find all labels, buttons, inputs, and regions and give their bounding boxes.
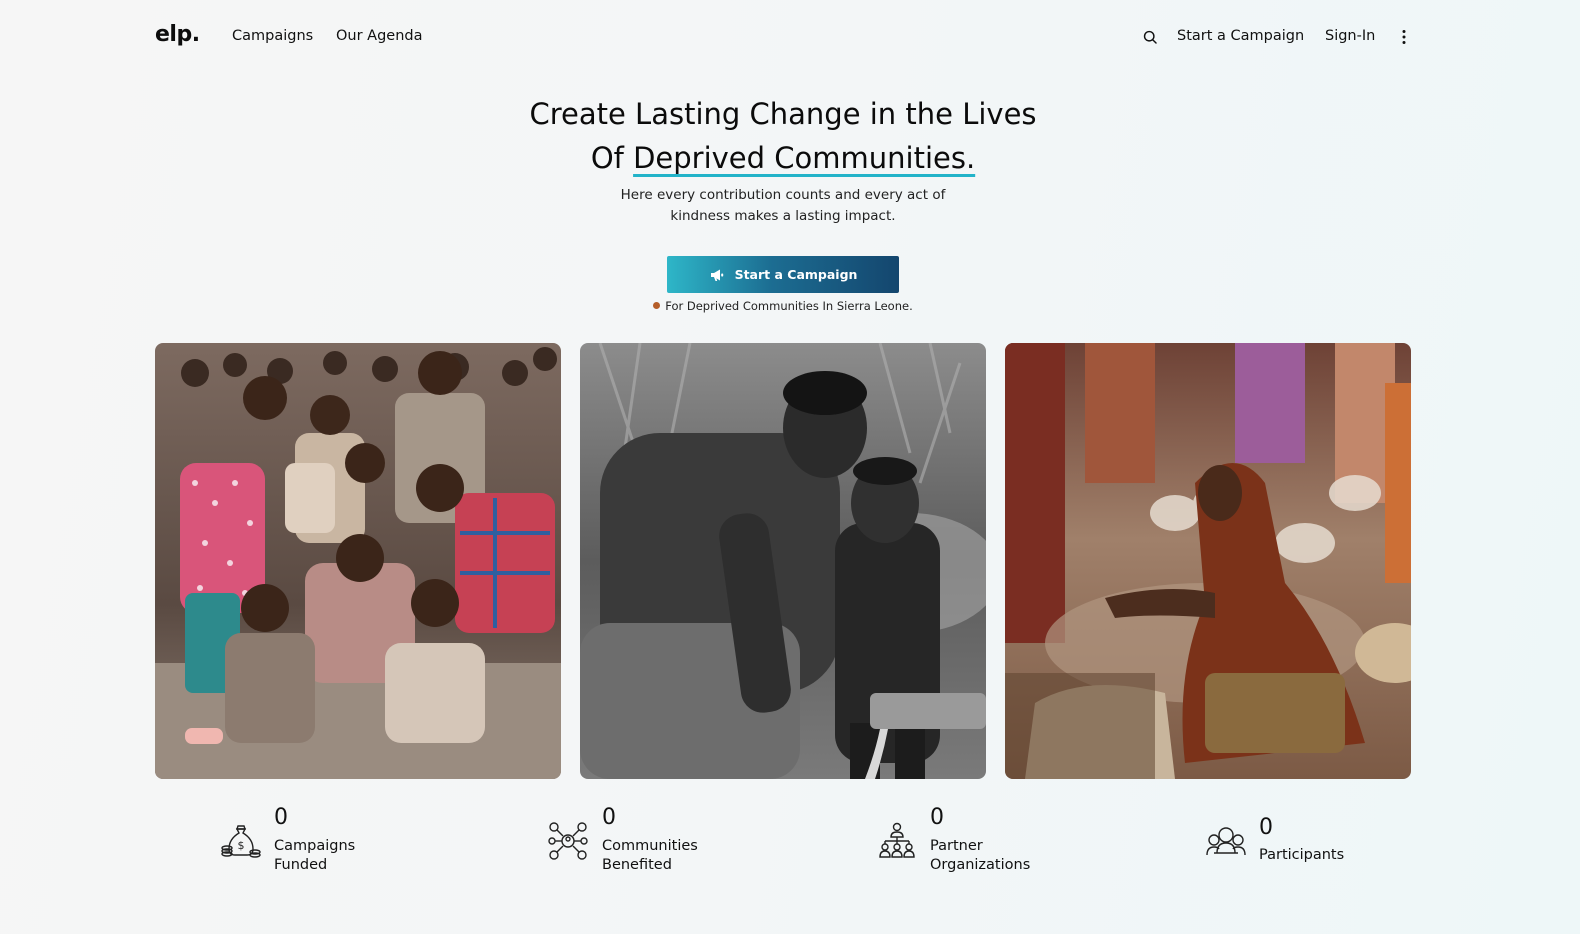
logo[interactable]: elp. xyxy=(155,22,200,47)
stat-value: 0 xyxy=(930,805,944,830)
stat-label: Participants xyxy=(1259,846,1344,865)
start-campaign-button[interactable]: Start a Campaign xyxy=(667,256,899,293)
photo-woman-market xyxy=(1005,343,1411,779)
stat-label-line1: Participants xyxy=(1259,847,1345,863)
stat-label-line2: Benefited xyxy=(602,857,672,873)
location-note: For Deprived Communities In Sierra Leone… xyxy=(0,299,1566,313)
money-bag-icon: $ xyxy=(221,825,261,858)
nav-start-campaign-link[interactable]: Start a Campaign xyxy=(1177,28,1304,44)
status-dot xyxy=(653,302,661,309)
svg-text:$: $ xyxy=(238,839,245,852)
stat-label-line1: Communities xyxy=(602,838,698,854)
hero-subtitle: Here every contribution counts and every… xyxy=(0,185,1566,227)
stat-label-line1: Partner xyxy=(930,838,983,854)
stat-value: 0 xyxy=(602,805,616,830)
start-campaign-button-label: Start a Campaign xyxy=(734,267,858,282)
stat-label: Partner Organizations xyxy=(930,837,1030,875)
top-nav: elp. Campaigns Our Agenda Start a Campai… xyxy=(0,0,1580,74)
hero-title-highlight: Deprived Communities. xyxy=(633,141,976,175)
stat-value: 0 xyxy=(1259,815,1273,840)
network-icon xyxy=(548,822,588,860)
stat-label-line2: Organizations xyxy=(930,857,1031,873)
people-icon xyxy=(1206,827,1246,856)
stat-label-line2: Funded xyxy=(274,857,328,873)
stat-label: Campaigns Funded xyxy=(274,837,355,875)
megaphone-icon xyxy=(710,269,723,281)
hero-subtitle-line1: Here every contribution counts and every… xyxy=(620,187,946,203)
hero-title-line2: Of Deprived Communities. xyxy=(0,136,1566,180)
location-note-text: For Deprived Communities In Sierra Leone… xyxy=(665,299,913,313)
more-vertical-icon[interactable] xyxy=(1398,28,1410,46)
hero-subtitle-line2: kindness makes a lasting impact. xyxy=(670,208,896,224)
hero-title: Create Lasting Change in the Lives Of De… xyxy=(0,92,1566,180)
stat-label: Communities Benefited xyxy=(602,837,698,875)
nav-sign-in-link[interactable]: Sign-In xyxy=(1325,28,1375,44)
hero-title-prefix: Of xyxy=(590,141,634,175)
photo-children-group xyxy=(155,343,561,779)
stat-label-line1: Campaigns xyxy=(274,838,356,854)
search-icon[interactable] xyxy=(1142,29,1159,46)
stat-value: 0 xyxy=(274,805,288,830)
hero-title-line1: Create Lasting Change in the Lives xyxy=(529,97,1037,131)
photo-woman-child-water xyxy=(580,343,986,779)
organization-icon xyxy=(879,822,915,858)
nav-agenda-link[interactable]: Our Agenda xyxy=(336,28,423,44)
nav-campaigns-link[interactable]: Campaigns xyxy=(232,28,313,44)
